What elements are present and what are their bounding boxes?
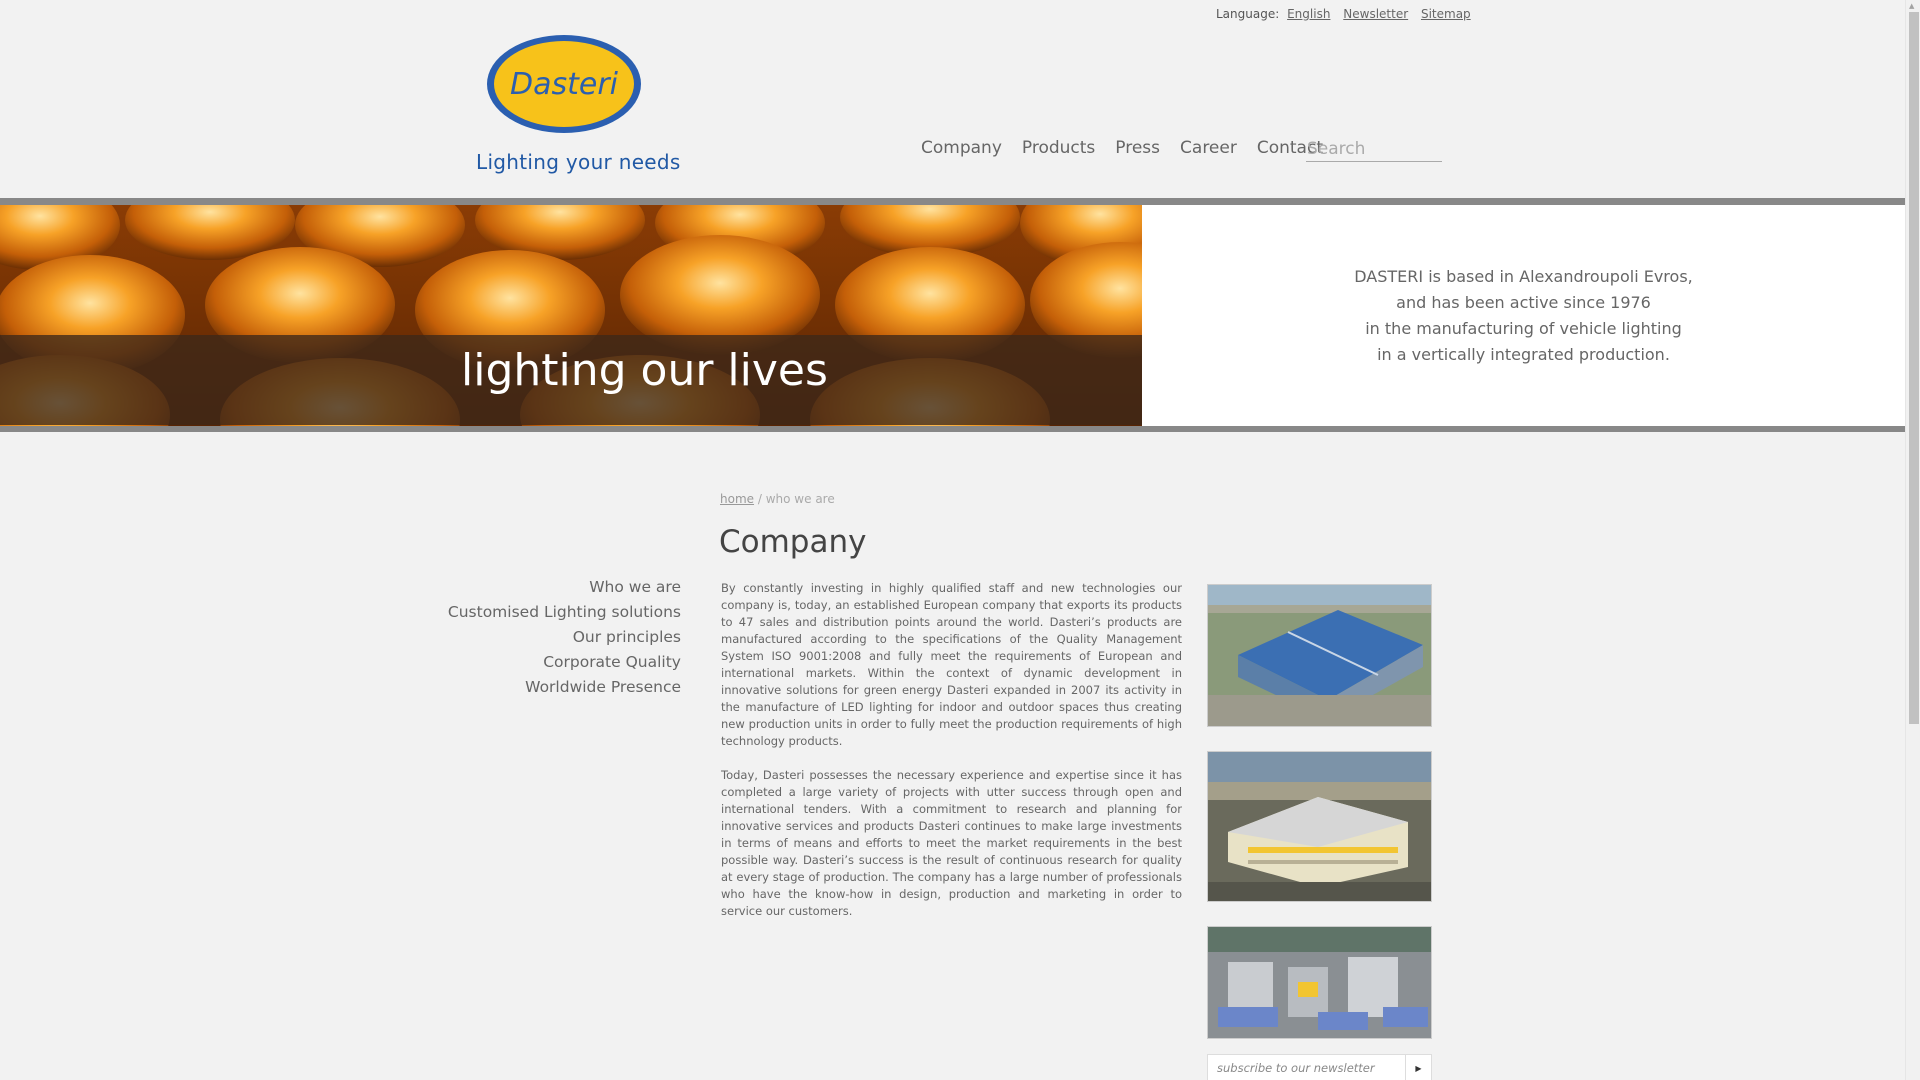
facility-building-photo <box>1207 751 1432 902</box>
breadcrumb-separator: / <box>757 492 762 506</box>
nav-press[interactable]: Press <box>1115 138 1160 158</box>
newsletter-link[interactable]: Newsletter <box>1343 7 1408 21</box>
language-link[interactable]: English <box>1287 7 1330 21</box>
scroll-up-arrow-icon[interactable]: ▲ <box>1909 2 1914 10</box>
nav-career[interactable]: Career <box>1180 138 1237 158</box>
sidebar-item-who-we-are[interactable]: Who we are <box>448 575 681 600</box>
body-paragraph: By constantly investing in highly qualif… <box>721 581 1182 748</box>
production-machinery-photo <box>1207 926 1432 1039</box>
sidebar-item-worldwide-presence[interactable]: Worldwide Presence <box>448 675 681 700</box>
scrollbar-thumb[interactable] <box>1909 12 1919 724</box>
sidebar-item-customised-lighting[interactable]: Customised Lighting solutions <box>448 600 681 625</box>
search-input[interactable] <box>1306 137 1442 162</box>
breadcrumb-current: who we are <box>765 492 835 506</box>
breadcrumb-home-link[interactable]: home <box>720 492 754 506</box>
triangle-right-icon: ▶ <box>1415 1063 1422 1073</box>
banner-text-line: in a vertically integrated production. <box>1377 345 1670 364</box>
utility-bar: Language: English Newsletter Sitemap <box>1216 7 1471 21</box>
newsletter-email-input[interactable] <box>1208 1055 1403 1080</box>
banner-intro-text: DASTERI is based in Alexandroupoli Evros… <box>1142 205 1905 426</box>
logo-tagline: Lighting your needs <box>476 150 681 174</box>
page-title: Company <box>719 524 867 560</box>
nav-company[interactable]: Company <box>921 138 1002 158</box>
banner-text-line: and has been active since 1976 <box>1396 293 1651 312</box>
newsletter-submit-button[interactable]: ▶ <box>1405 1055 1431 1080</box>
body-paragraph: Today, Dasteri possesses the necessary e… <box>721 768 1182 918</box>
factory-aerial-photo <box>1207 584 1432 727</box>
sidebar-item-corporate-quality[interactable]: Corporate Quality <box>448 650 681 675</box>
sitemap-link[interactable]: Sitemap <box>1421 7 1471 21</box>
banner-text-line: DASTERI is based in Alexandroupoli Evros… <box>1354 267 1693 286</box>
nav-products[interactable]: Products <box>1022 138 1095 158</box>
sidebar-nav: Who we are Customised Lighting solutions… <box>448 575 681 700</box>
sidebar-item-our-principles[interactable]: Our principles <box>448 625 681 650</box>
newsletter-subscribe: ▶ <box>1207 1054 1432 1080</box>
banner-top-border <box>0 198 1905 205</box>
banner-caption: lighting our lives <box>461 345 828 396</box>
banner-text-line: in the manufacturing of vehicle lighting <box>1365 319 1682 338</box>
banner-bottom-border <box>0 426 1905 432</box>
language-label: Language: <box>1216 7 1280 21</box>
logo-text: Dasteri <box>510 67 619 102</box>
breadcrumb: home / who we are <box>720 492 835 506</box>
page-scrollbar[interactable]: ▲ <box>1905 0 1920 1080</box>
dasteri-logo[interactable]: Dasteri <box>486 34 642 134</box>
main-nav: Company Products Press Career Contact <box>921 138 1343 158</box>
company-description: By constantly investing in highly qualif… <box>721 580 1182 920</box>
